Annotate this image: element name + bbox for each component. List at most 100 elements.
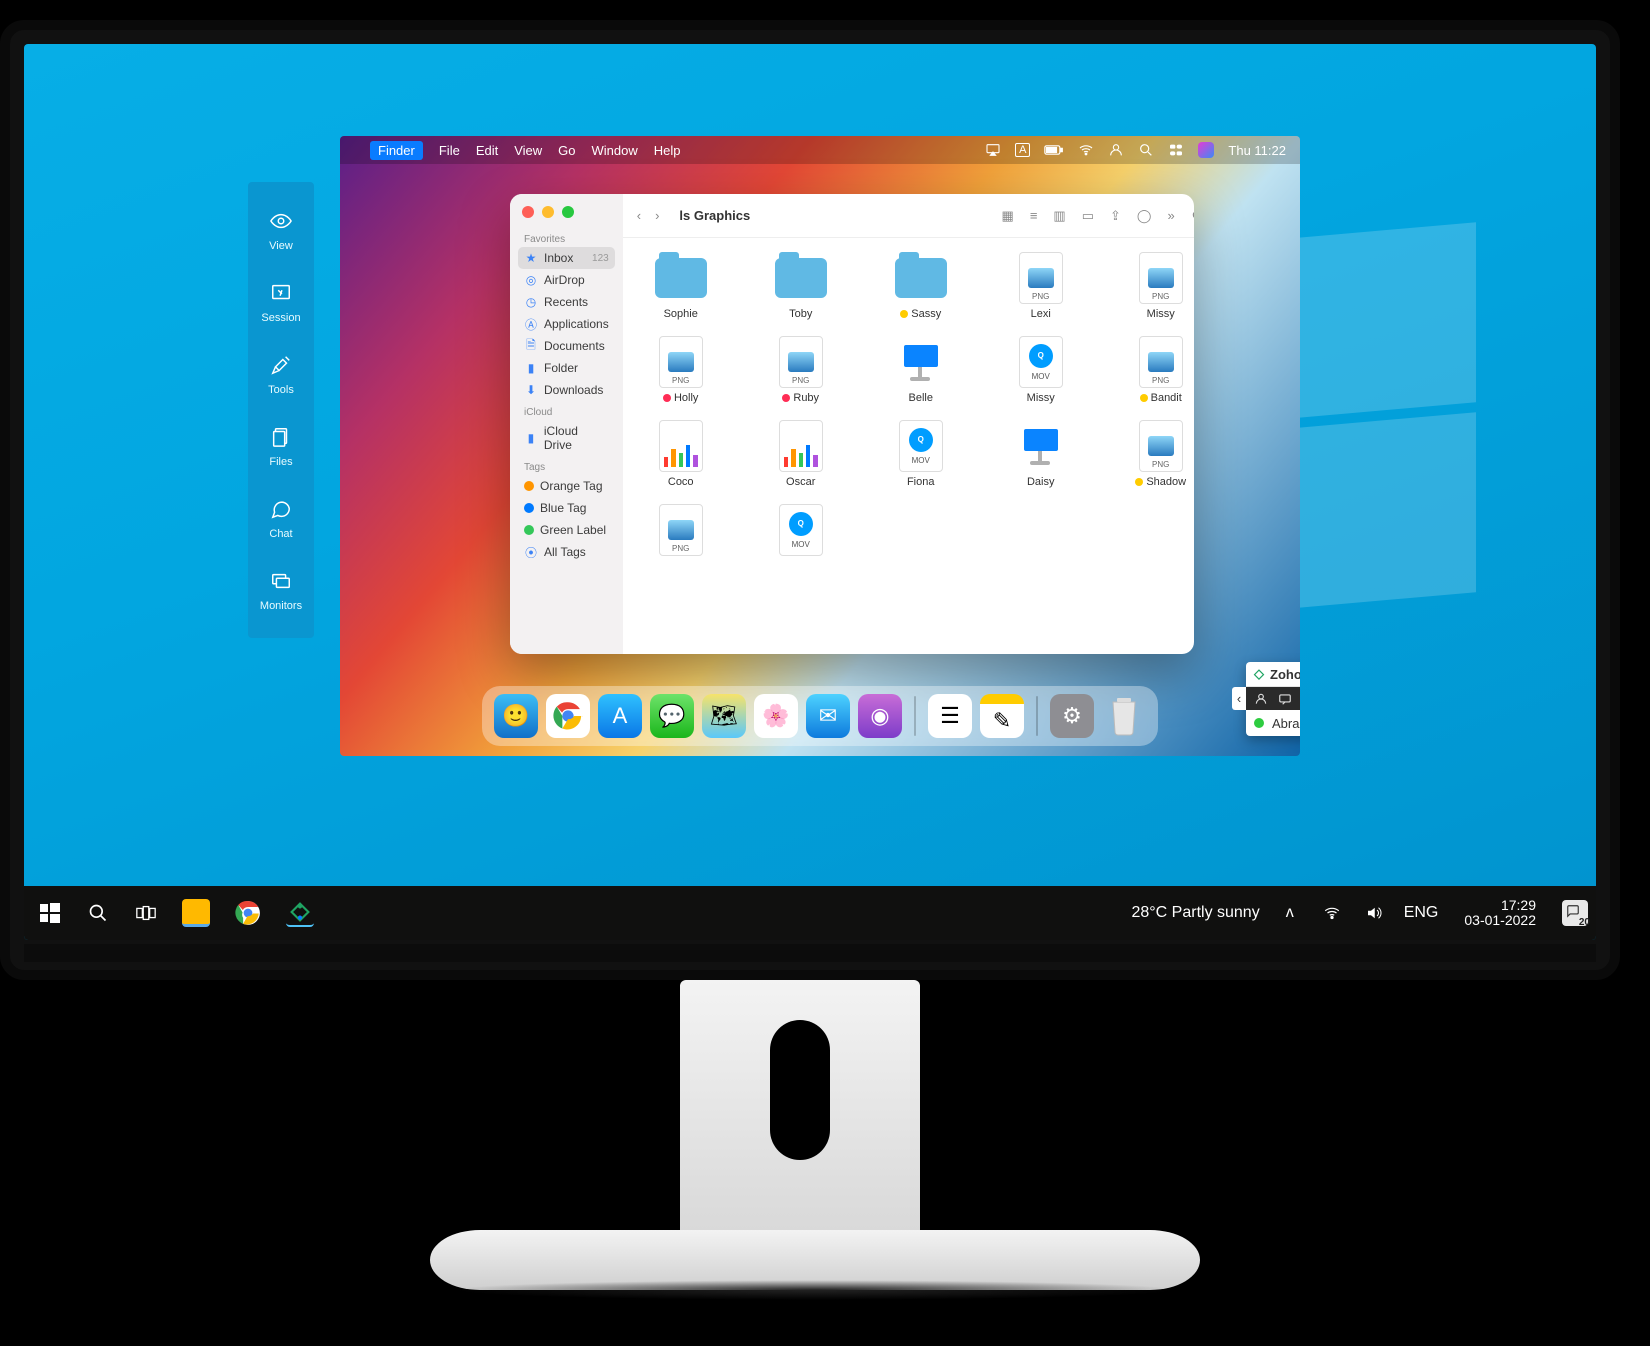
sidebar-item-folder[interactable]: ▮Folder [518,357,615,379]
keyboard-menu-icon[interactable]: A [1015,143,1030,157]
sidebar-tag-green[interactable]: Green Label [518,519,615,541]
file-item[interactable]: PNGBandit [1121,338,1194,404]
view-list[interactable]: ≡ [1030,208,1038,223]
file-item[interactable]: Coco [641,422,721,488]
panel-monitors[interactable]: Monitors [248,554,314,626]
sidebar-label: All Tags [544,545,586,559]
taskbar-lang[interactable]: ENG [1404,904,1439,922]
menubar-go[interactable]: Go [558,143,575,158]
taskbar-wifi[interactable] [1320,901,1344,925]
view-columns[interactable]: ▥ [1053,208,1065,224]
dock-mail[interactable]: ✉ [806,694,850,738]
file-thumb: PNG [773,338,829,386]
taskbar-volume[interactable] [1362,901,1386,925]
taskbar-notifications[interactable]: 20 [1562,900,1588,926]
taskbar-search[interactable] [86,901,110,925]
dock-podcasts[interactable]: ◉ [858,694,902,738]
finder-grid[interactable]: SophieTobySassyPNGLexiPNGMissyPNGHollyPN… [623,238,1194,654]
sidebar-item-icloud[interactable]: ▮iCloud Drive [518,420,615,456]
file-item[interactable]: Sassy [881,254,961,320]
menubar-help[interactable]: Help [654,143,681,158]
taskbar-clock[interactable]: 17:29 03-01-2022 [1464,898,1536,929]
file-item[interactable]: Sophie [641,254,721,320]
file-item[interactable]: QMOVFiona [881,422,961,488]
sidebar-item-applications[interactable]: ⒶApplications [518,313,615,335]
file-name: Missy [1001,392,1081,404]
tag-button[interactable]: ◯ [1137,208,1152,224]
file-item[interactable]: PNGRuby [761,338,841,404]
menubar-file[interactable]: File [439,143,460,158]
sidebar-tag-blue[interactable]: Blue Tag [518,497,615,519]
dock-reminders[interactable]: ☰ [928,694,972,738]
menubar-view[interactable]: View [514,143,542,158]
taskbar-zoho-assist[interactable] [286,899,314,927]
file-item[interactable]: PNGShadow [1121,422,1194,488]
menubar-app[interactable]: Finder [370,141,423,160]
taskbar-taskview[interactable] [134,901,158,925]
dock-finder[interactable]: 🙂 [494,694,538,738]
dock-maps[interactable]: 🗺 [702,694,746,738]
file-item[interactable]: PNGLexi [1001,254,1081,320]
dock-trash[interactable] [1102,694,1146,738]
minimize-button[interactable] [542,206,554,218]
widget-user-icon[interactable] [1254,692,1268,706]
wifi-icon[interactable] [1078,142,1094,158]
user-icon[interactable] [1108,142,1124,158]
dock-settings[interactable]: ⚙ [1050,694,1094,738]
dock-messages[interactable]: 💬 [650,694,694,738]
panel-tools[interactable]: Tools [248,338,314,410]
airplay-icon[interactable] [985,142,1001,158]
sidebar-tag-all[interactable]: ⦿All Tags [518,541,615,563]
file-item[interactable]: QMOVMissy [1001,338,1081,404]
file-item[interactable]: PNG [641,506,721,560]
panel-session[interactable]: Session [248,266,314,338]
battery-icon[interactable] [1044,144,1064,156]
file-item[interactable]: PNGMissy [1121,254,1194,320]
sidebar-item-airdrop[interactable]: ◎AirDrop [518,269,615,291]
menubar-clock[interactable]: Thu 11:22 [1228,143,1286,158]
panel-chat[interactable]: Chat [248,482,314,554]
sidebar-item-documents[interactable]: 🗎Documents [518,335,615,357]
siri-icon[interactable] [1198,142,1214,158]
widget-collapse[interactable]: ‹ [1232,687,1246,710]
file-item[interactable]: Daisy [1001,422,1081,488]
sidebar-tag-orange[interactable]: Orange Tag [518,475,615,497]
share-button[interactable]: ⇪ [1110,208,1121,224]
file-name: Belle [881,392,961,404]
search-icon[interactable] [1138,142,1154,158]
dock-notes[interactable]: ✎ [980,694,1024,738]
close-button[interactable] [522,206,534,218]
taskbar-weather[interactable]: 28°C Partly sunny [1131,904,1259,922]
file-item[interactable]: Oscar [761,422,841,488]
dock-appstore[interactable]: A [598,694,642,738]
sidebar-label: Blue Tag [540,501,586,515]
start-button[interactable] [38,901,62,925]
file-item[interactable]: Belle [881,338,961,404]
search-button[interactable] [1191,209,1194,223]
menubar-edit[interactable]: Edit [476,143,498,158]
forward-button[interactable]: › [655,208,659,223]
view-icons[interactable]: ▦ [1002,208,1014,224]
control-center-icon[interactable] [1168,142,1184,158]
dock-chrome[interactable] [546,694,590,738]
sidebar-item-downloads[interactable]: ⬇Downloads [518,379,615,401]
menubar-window[interactable]: Window [592,143,638,158]
panel-view[interactable]: View [248,194,314,266]
sidebar-item-recents[interactable]: ◷Recents [518,291,615,313]
back-button[interactable]: ‹ [637,208,641,223]
maximize-button[interactable] [562,206,574,218]
file-item[interactable]: Toby [761,254,841,320]
panel-files[interactable]: Files [248,410,314,482]
taskbar-tray-expand[interactable]: ʌ [1278,901,1302,925]
file-thumb [653,422,709,470]
file-item[interactable]: PNGHolly [641,338,721,404]
taskbar-chrome[interactable] [234,899,262,927]
overflow-button[interactable]: » [1167,208,1174,223]
taskbar-date: 03-01-2022 [1464,913,1536,928]
file-item[interactable]: QMOV [761,506,841,560]
widget-chat-icon[interactable] [1278,692,1292,706]
dock-photos[interactable]: 🌸 [754,694,798,738]
view-gallery[interactable]: ▭ [1082,208,1094,224]
sidebar-item-inbox[interactable]: ★ Inbox 123 [518,247,615,269]
taskbar-explorer[interactable] [182,899,210,927]
